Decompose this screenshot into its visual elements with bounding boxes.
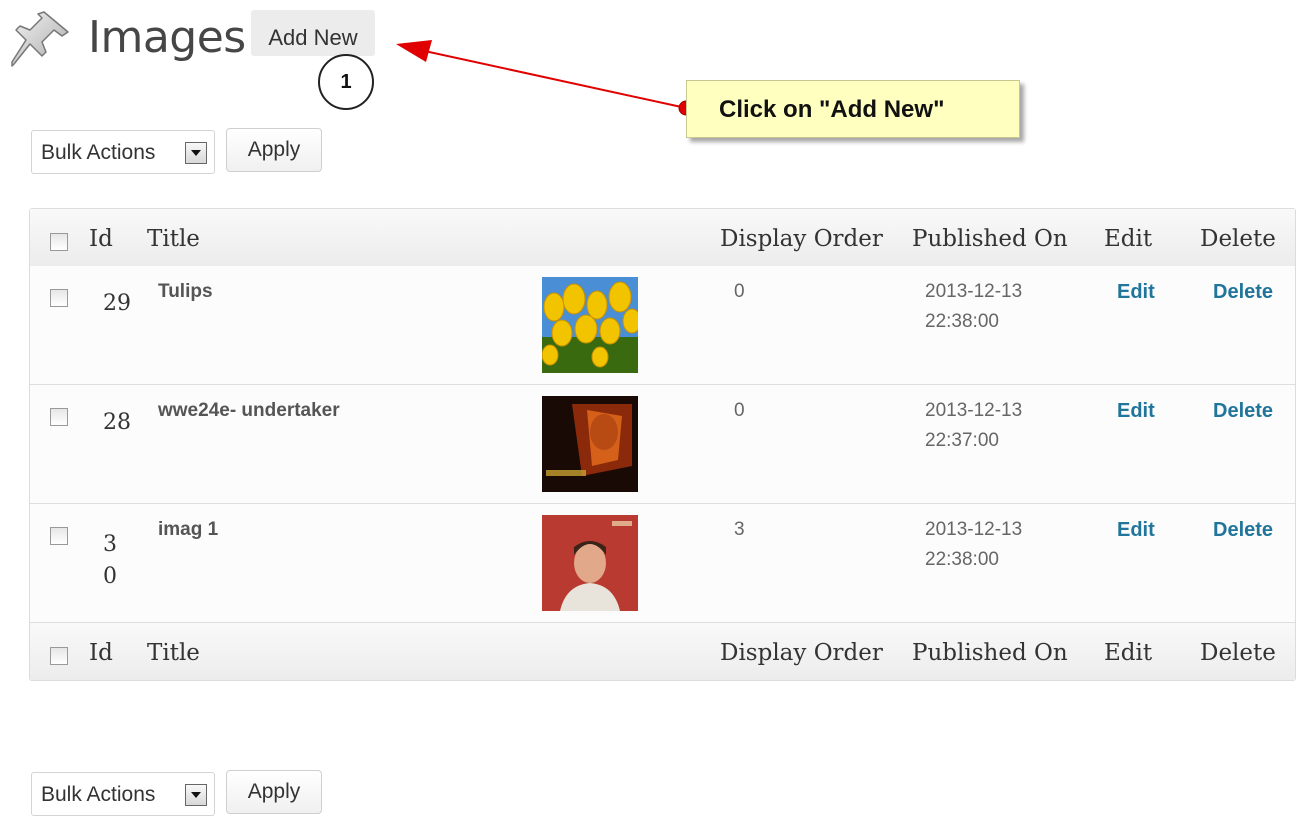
chevron-down-icon[interactable] <box>185 142 207 164</box>
column-delete: Delete <box>1200 640 1276 666</box>
row-checkbox[interactable] <box>50 408 68 426</box>
pushpin-icon <box>11 11 69 67</box>
row-published-on: 2013-12-13 22:37:00 <box>925 400 1023 451</box>
bulk-actions-select-bottom[interactable]: Bulk Actions <box>31 772 215 816</box>
column-title[interactable]: Title <box>147 209 200 269</box>
bulk-actions-label: Bulk Actions <box>41 141 156 164</box>
edit-link[interactable]: Edit <box>1117 519 1155 542</box>
bulk-actions-select-top[interactable]: Bulk Actions <box>31 130 215 174</box>
column-edit: Edit <box>1104 640 1153 666</box>
row-checkbox[interactable] <box>50 527 68 545</box>
portrait-thumbnail <box>542 515 638 611</box>
column-title[interactable]: Title <box>147 623 200 683</box>
row-display-order: 3 <box>734 519 745 540</box>
table-row: 29 Tulips 0 2013-12-13 22:38:00 Edit Del… <box>30 266 1295 385</box>
row-display-order: 0 <box>734 400 745 421</box>
apply-button-bottom[interactable]: Apply <box>226 770 322 814</box>
column-published-on[interactable]: Published On <box>912 623 1068 683</box>
table-header: Id Title Display Order Published On Edit… <box>30 209 1295 266</box>
edit-link[interactable]: Edit <box>1117 281 1155 304</box>
row-checkbox[interactable] <box>50 289 68 307</box>
tulips-thumbnail <box>542 277 638 373</box>
step-number-badge: 1 <box>318 54 374 110</box>
undertaker-thumbnail <box>542 396 638 492</box>
row-title: Tulips <box>158 281 213 302</box>
column-id[interactable]: Id <box>89 209 113 269</box>
row-title: imag 1 <box>158 519 219 540</box>
select-all-checkbox-footer[interactable] <box>50 647 68 665</box>
row-published-on: 2013-12-13 22:38:00 <box>925 519 1023 570</box>
row-id: 29 <box>103 291 131 316</box>
bulk-actions-label: Bulk Actions <box>41 783 156 806</box>
apply-button-top[interactable]: Apply <box>226 128 322 172</box>
table-row: 28 wwe24e- undertaker 0 2013-12-13 22:37… <box>30 385 1295 504</box>
instruction-callout: Click on "Add New" <box>686 80 1020 138</box>
edit-link[interactable]: Edit <box>1117 400 1155 423</box>
select-all-checkbox[interactable] <box>50 233 68 251</box>
page-title: Images <box>88 12 246 63</box>
images-table: Id Title Display Order Published On Edit… <box>29 208 1296 681</box>
row-id: 28 <box>103 410 131 435</box>
row-published-on: 2013-12-13 22:38:00 <box>925 281 1023 332</box>
delete-link[interactable]: Delete <box>1213 281 1273 304</box>
column-delete: Delete <box>1200 226 1276 252</box>
row-id: 30 <box>103 532 117 589</box>
table-footer: Id Title Display Order Published On Edit… <box>30 623 1295 680</box>
column-id[interactable]: Id <box>89 623 113 683</box>
row-display-order: 0 <box>734 281 745 302</box>
add-new-button[interactable]: Add New <box>251 10 375 56</box>
column-published-on[interactable]: Published On <box>912 209 1068 269</box>
column-display-order[interactable]: Display Order <box>720 623 883 683</box>
row-title: wwe24e- undertaker <box>158 400 340 421</box>
table-row: 30 imag 1 3 2013-12-13 22:38:00 Edit Del… <box>30 504 1295 623</box>
column-display-order[interactable]: Display Order <box>720 209 883 269</box>
delete-link[interactable]: Delete <box>1213 400 1273 423</box>
column-edit: Edit <box>1104 226 1153 252</box>
chevron-down-icon[interactable] <box>185 784 207 806</box>
delete-link[interactable]: Delete <box>1213 519 1273 542</box>
